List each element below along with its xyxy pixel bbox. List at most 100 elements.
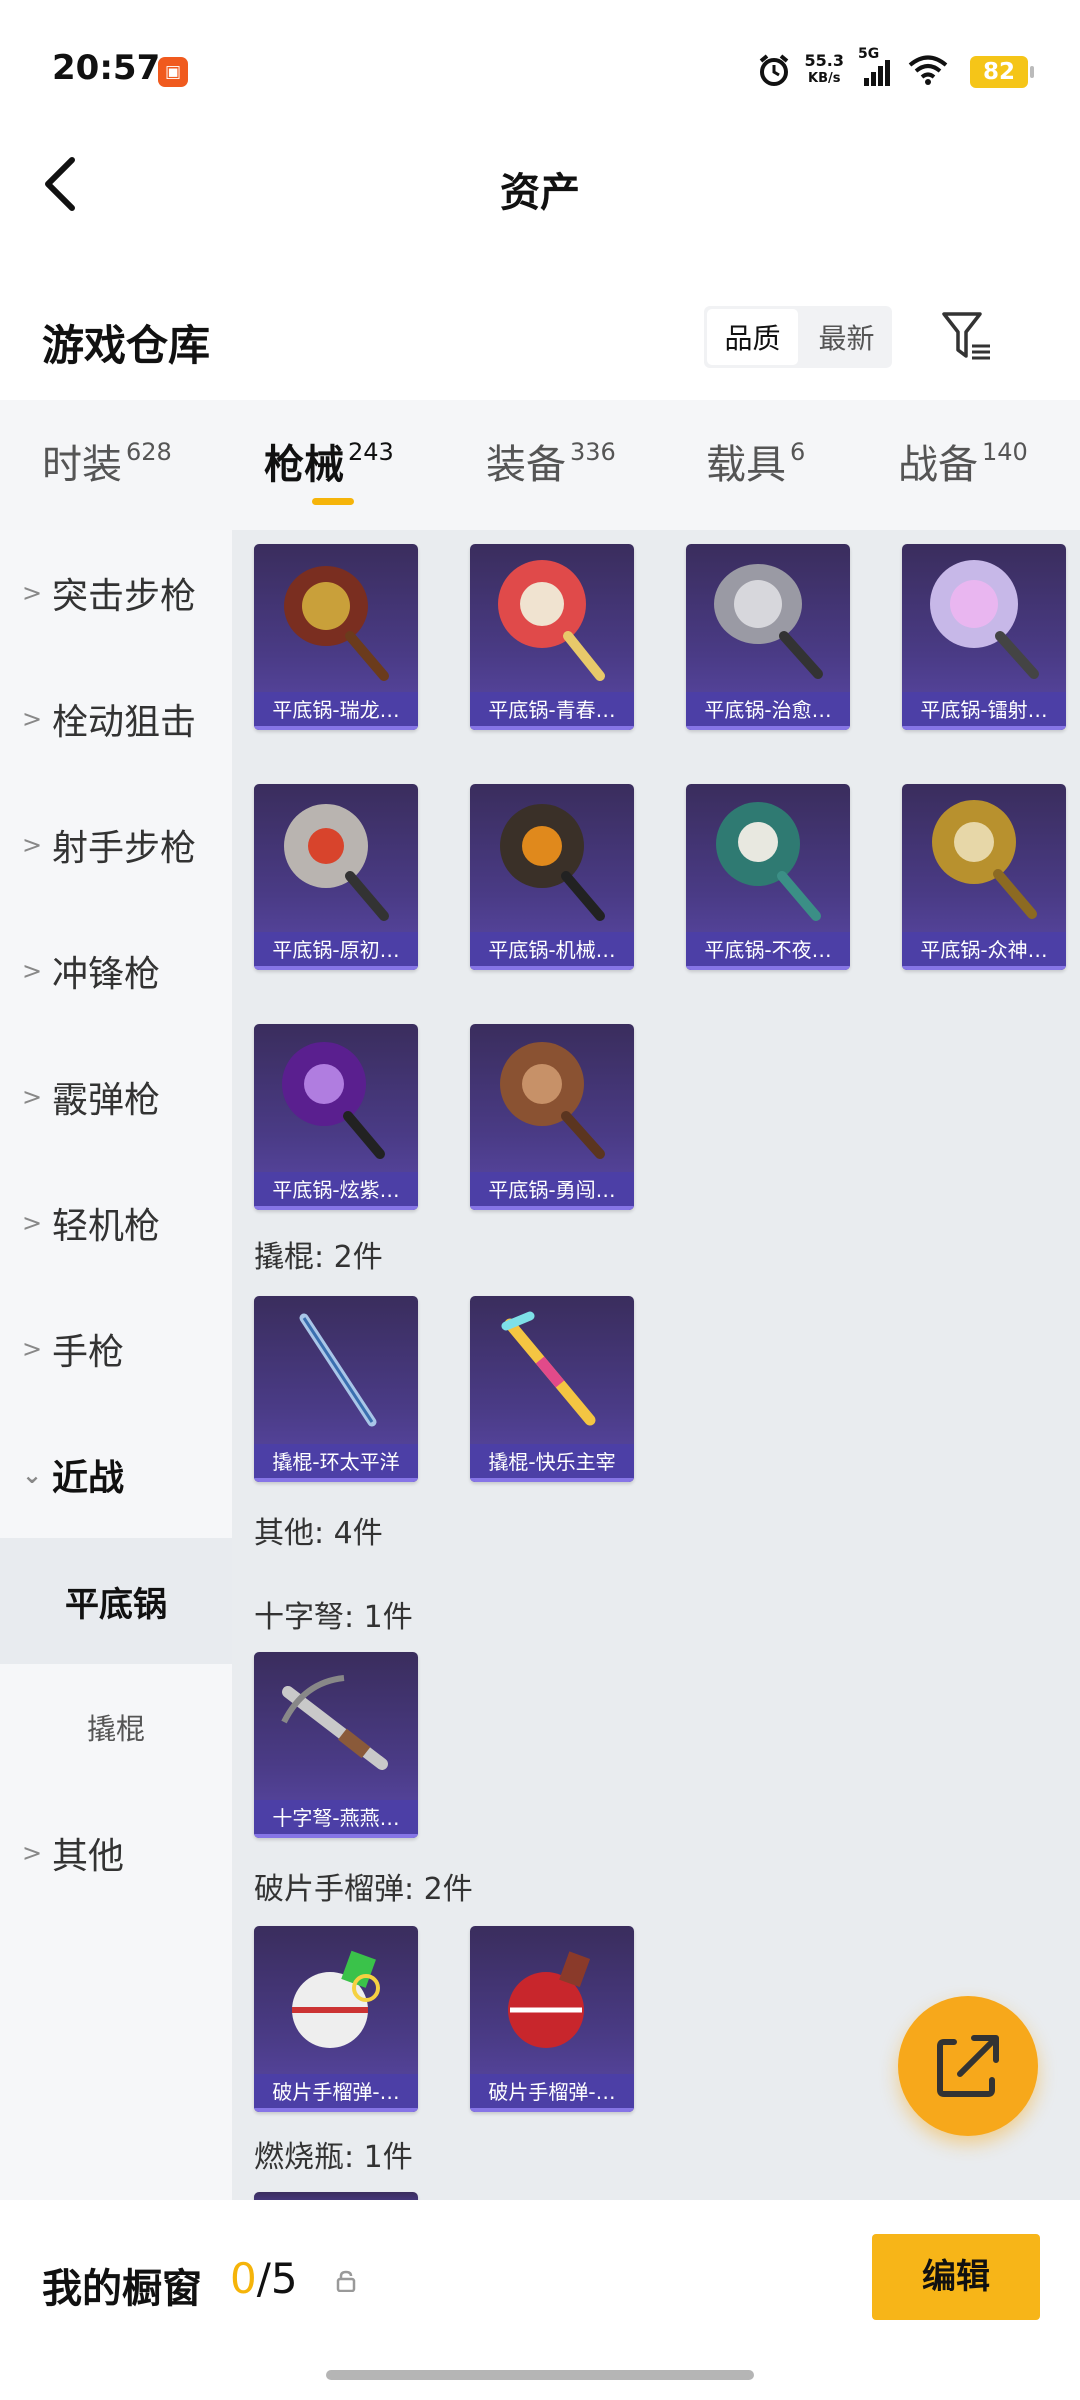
- status-time: 20:57: [52, 48, 161, 88]
- sidebar-subitem-crowbar[interactable]: 撬棍: [0, 1664, 232, 1790]
- sidebar-item-pistol[interactable]: > 手枪: [0, 1286, 232, 1412]
- sidebar-item-melee[interactable]: ⌄ 近战: [0, 1412, 232, 1538]
- item-card[interactable]: 平底锅-勇闯…: [470, 1024, 634, 1210]
- item-card[interactable]: 平底锅-原初…: [254, 784, 418, 970]
- item-name: 平底锅-原初…: [254, 932, 418, 970]
- sort-quality-button[interactable]: 品质: [707, 309, 798, 365]
- item-name: 破片手榴弹-…: [470, 2074, 634, 2112]
- pan-icon: [498, 560, 605, 681]
- home-indicator[interactable]: [326, 2370, 754, 2380]
- sort-newest-button[interactable]: 最新: [801, 306, 892, 368]
- app-notification-icon: ▣: [158, 57, 188, 87]
- tab-label: 战备: [898, 442, 978, 488]
- item-card[interactable]: 平底锅-众神…: [902, 784, 1066, 970]
- chevron-right-icon: >: [22, 1335, 43, 1363]
- item-card[interactable]: 平底锅-不夜…: [686, 784, 850, 970]
- sidebar-subitem-pan[interactable]: 平底锅: [0, 1538, 232, 1664]
- chevron-right-icon: >: [22, 1839, 43, 1867]
- pan-icon: [500, 804, 605, 921]
- sidebar-item-marksman-rifle[interactable]: > 射手步枪: [0, 782, 232, 908]
- tab-count: 140: [982, 438, 1028, 466]
- share-fab[interactable]: [898, 1996, 1038, 2136]
- tab-fashion[interactable]: 时装 628: [42, 432, 172, 490]
- item-card[interactable]: 破片手榴弹-…: [470, 1926, 634, 2112]
- chevron-right-icon: >: [22, 1209, 43, 1237]
- edit-button[interactable]: 编辑: [872, 2234, 1040, 2320]
- active-tab-indicator: [312, 498, 354, 505]
- lock-icon: [336, 2270, 356, 2292]
- section-label-crossbow: 十字弩: 1件: [254, 1600, 413, 1635]
- sidebar-item-label: 手枪: [52, 1332, 125, 1373]
- sidebar-item-label: 轻机枪: [52, 1206, 161, 1247]
- item-name: 平底锅-勇闯…: [470, 1172, 634, 1210]
- pan-icon: [714, 564, 823, 679]
- sidebar-item-lmg[interactable]: > 轻机枪: [0, 1160, 232, 1286]
- tab-label: 时装: [42, 442, 122, 488]
- item-card[interactable]: 平底锅-炫紫…: [254, 1024, 418, 1210]
- item-name: 破片手榴弹-…: [254, 2074, 418, 2112]
- pan-icon: [930, 560, 1039, 679]
- alarm-icon: [759, 54, 788, 86]
- sidebar-item-label: 霰弹枪: [52, 1080, 161, 1121]
- sidebar: > 突击步枪 > 栓动狙击 > 射手步枪 > 冲锋枪 > 霰弹枪 > 轻机枪 > 手枪 ⌄ 近战…: [0, 530, 232, 2200]
- share-icon: [937, 2035, 999, 2097]
- sidebar-item-shotgun[interactable]: > 霰弹枪: [0, 1034, 232, 1160]
- pan-icon: [500, 1042, 605, 1159]
- chevron-right-icon: >: [22, 1083, 43, 1111]
- item-name: 平底锅-不夜…: [686, 932, 850, 970]
- tab-weapons[interactable]: 枪械 243: [264, 432, 394, 490]
- tab-supplies[interactable]: 战备 140: [898, 432, 1028, 490]
- item-name: 撬棍-快乐主宰: [470, 1444, 634, 1482]
- sidebar-item-other[interactable]: > 其他: [0, 1790, 232, 1916]
- tab-count: 6: [790, 438, 806, 466]
- wifi-icon: [908, 55, 948, 85]
- speed-unit: KB/s: [808, 71, 841, 86]
- pan-icon: [284, 566, 389, 681]
- item-card[interactable]: 撬棍-环太平洋: [254, 1296, 418, 1482]
- sidebar-item-assault-rifle[interactable]: > 突击步枪: [0, 530, 232, 656]
- page-title: 资产: [500, 170, 580, 216]
- section-label-other: 其他: 4件: [254, 1516, 383, 1551]
- item-name: 十字弩-燕燕…: [254, 1800, 418, 1838]
- item-card[interactable]: 平底锅-治愈…: [686, 544, 850, 730]
- item-name: 平底锅-炫紫…: [254, 1172, 418, 1210]
- sidebar-item-smg[interactable]: > 冲锋枪: [0, 908, 232, 1034]
- item-card[interactable]: 平底锅-瑞龙…: [254, 544, 418, 730]
- chevron-right-icon: >: [22, 579, 43, 607]
- sort-toggle: 品质 最新: [704, 306, 892, 368]
- tab-equipment[interactable]: 装备 336: [486, 432, 616, 490]
- sidebar-item-bolt-sniper[interactable]: > 栓动狙击: [0, 656, 232, 782]
- item-grid: 平底锅-瑞龙… 平底锅-青春… 平底锅-治愈… 平底锅-镭射… 平底锅-原初… …: [232, 530, 1080, 2200]
- crowbar-icon: [501, 1311, 596, 1426]
- chevron-right-icon: >: [22, 831, 43, 859]
- section-label-molotov: 燃烧瓶: 1件: [254, 2140, 413, 2175]
- item-card[interactable]: 撬棍-快乐主宰: [470, 1296, 634, 1482]
- crowbar-icon: [299, 1313, 377, 1427]
- pan-icon: [284, 804, 389, 921]
- item-card[interactable]: 平底锅-机械…: [470, 784, 634, 970]
- pan-icon: [932, 800, 1037, 919]
- tab-count: 243: [348, 438, 394, 466]
- tab-label: 装备: [486, 442, 566, 488]
- tab-count: 336: [570, 438, 616, 466]
- signal-icon: 5G: [858, 46, 894, 88]
- showcase-count: 0/5: [230, 2254, 298, 2303]
- speed-value: 55.3: [804, 51, 844, 70]
- sidebar-item-label: 冲锋枪: [52, 954, 161, 995]
- showcase-count-total: /5: [256, 2254, 298, 2303]
- item-name: 撬棍-环太平洋: [254, 1444, 418, 1482]
- tab-vehicles[interactable]: 载具 6: [706, 432, 805, 490]
- item-card[interactable]: 平底锅-青春…: [470, 544, 634, 730]
- filter-icon[interactable]: [940, 308, 996, 364]
- item-name: 平底锅-镭射…: [902, 692, 1066, 730]
- section-label-grenade: 破片手榴弹: 2件: [254, 1872, 473, 1907]
- item-card[interactable]: [254, 2192, 418, 2200]
- chevron-down-icon: ⌄: [22, 1461, 43, 1489]
- item-card[interactable]: 十字弩-燕燕…: [254, 1652, 418, 1838]
- crossbow-icon: [281, 1675, 388, 1770]
- pan-icon: [716, 802, 821, 921]
- item-name: 平底锅-青春…: [470, 692, 634, 730]
- sidebar-item-label: 射手步枪: [52, 828, 197, 869]
- item-card[interactable]: 平底锅-镭射…: [902, 544, 1066, 730]
- item-card[interactable]: 破片手榴弹-…: [254, 1926, 418, 2112]
